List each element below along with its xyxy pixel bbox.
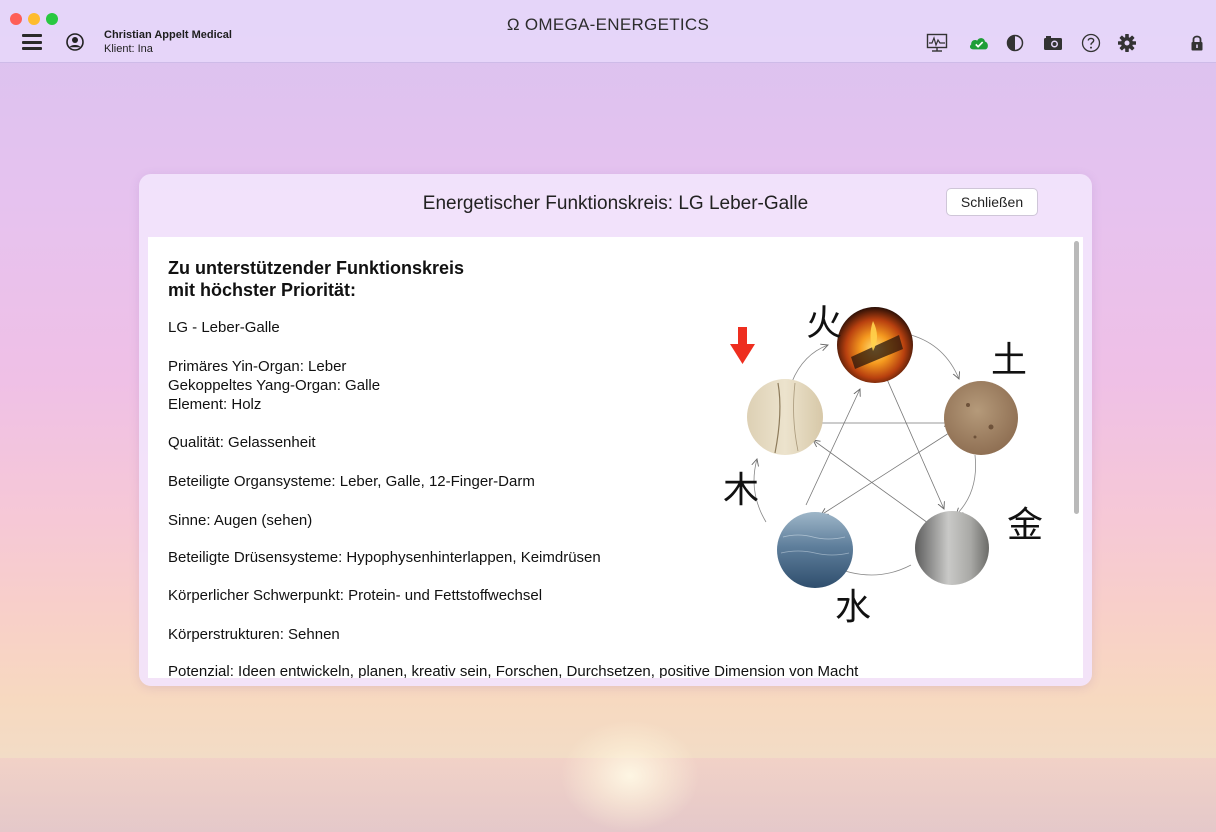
camera-icon[interactable] [1042, 32, 1064, 54]
title-bar: Christian Appelt Medical Klient: Ina Ω O… [0, 0, 1216, 63]
section-heading: Zu unterstützender Funktionskreis mit hö… [168, 257, 464, 301]
lock-icon[interactable] [1186, 32, 1208, 54]
water-element-image [777, 512, 853, 588]
contrast-icon[interactable] [1004, 32, 1026, 54]
function-circle-dialog: Energetischer Funktionskreis: LG Leber-G… [139, 174, 1092, 686]
background-sun [560, 720, 700, 832]
fire-element-image [837, 307, 913, 383]
quality: Qualität: Gelassenheit [168, 434, 316, 451]
five-elements-diagram: 火 土 金 水 木 [723, 303, 1043, 628]
organ-systems: Beteiligte Organsysteme: Leber, Galle, 1… [168, 473, 535, 490]
client-name: Klient: Ina [104, 43, 153, 55]
menu-icon[interactable] [22, 34, 42, 50]
earth-element-image [944, 381, 1018, 455]
metal-character: 金 [1007, 505, 1043, 546]
wood-element-image [747, 379, 823, 455]
close-button[interactable]: Schließen [946, 188, 1038, 216]
fire-character: 火 [806, 303, 842, 344]
app-title: Ω OMEGA-ENERGETICS [506, 15, 710, 34]
potential: Potenzial: Ideen entwickeln, planen, kre… [168, 663, 859, 678]
earth-character: 土 [991, 340, 1027, 381]
water-character: 水 [835, 587, 871, 628]
gland-systems: Beteiligte Drüsensysteme: Hypophysenhint… [168, 549, 601, 566]
cloud-sync-icon[interactable] [968, 32, 990, 54]
content-scrollbar[interactable] [1074, 241, 1079, 514]
wood-character: 木 [723, 470, 759, 511]
heading-line-2: mit höchster Priorität: [168, 280, 357, 300]
settings-icon[interactable] [1116, 32, 1138, 54]
yin-organ: Primäres Yin-Organ: Leber [168, 358, 347, 375]
physical-focus: Körperlicher Schwerpunkt: Protein- und F… [168, 587, 543, 604]
senses: Sinne: Augen (sehen) [168, 512, 313, 529]
element: Element: Holz [168, 396, 262, 413]
yang-organ: Gekoppeltes Yang-Organ: Galle [168, 377, 381, 394]
user-account-icon[interactable] [66, 33, 84, 51]
priority-arrow-icon [730, 327, 755, 364]
heading-line-1: Zu unterstützender Funktionskreis [168, 258, 465, 278]
monitor-icon[interactable] [926, 32, 948, 54]
function-circle-name: LG - Leber-Galle [168, 319, 280, 336]
controlling-cycle-arrows [805, 376, 951, 524]
body-structures: Körperstrukturen: Sehnen [168, 626, 340, 643]
metal-element-image [915, 511, 989, 585]
help-icon[interactable] [1080, 32, 1102, 54]
dialog-content[interactable]: Zu unterstützender Funktionskreis mit hö… [148, 237, 1083, 678]
